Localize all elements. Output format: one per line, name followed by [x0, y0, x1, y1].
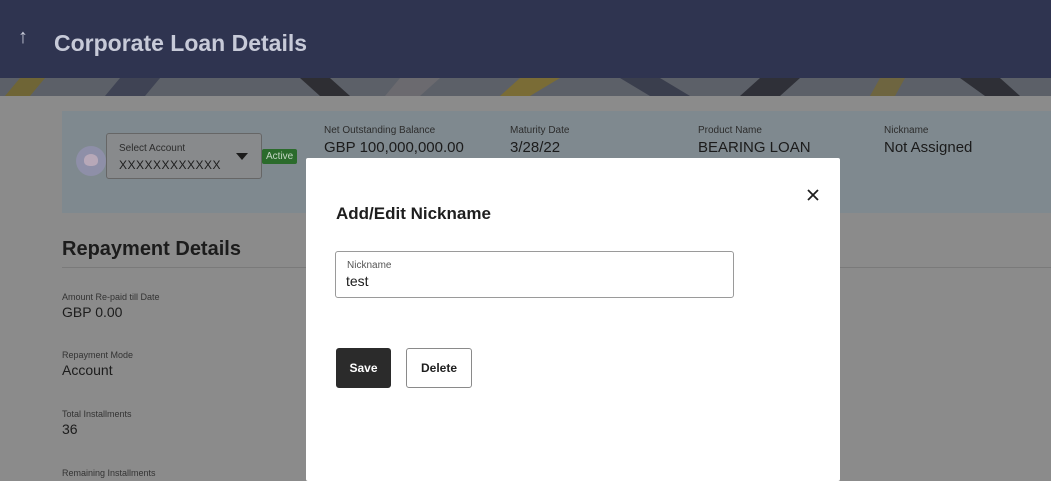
modal-title: Add/Edit Nickname	[336, 204, 491, 223]
detail-repayment-mode: Repayment Mode Account	[62, 350, 133, 378]
summary-label: Maturity Date	[510, 125, 570, 136]
nickname-modal: Add/Edit Nickname Nickname Save Delete	[306, 158, 840, 481]
detail-label: Remaining Installments	[62, 468, 156, 478]
summary-label: Net Outstanding Balance	[324, 125, 436, 136]
detail-total-installments: Total Installments 36	[62, 409, 132, 437]
detail-remaining-installments: Remaining Installments	[62, 468, 156, 478]
chevron-down-icon[interactable]	[236, 153, 248, 160]
delete-button[interactable]: Delete	[406, 348, 472, 388]
account-select-label: Select Account	[119, 143, 186, 154]
account-select-value: XXXXXXXXXXXX	[119, 158, 222, 172]
page-header: ↑ Corporate Loan Details	[0, 0, 1051, 78]
summary-maturity-date: Maturity Date 3/28/22	[510, 125, 569, 156]
section-title: Repayment Details	[62, 238, 241, 260]
page-title: Corporate Loan Details	[54, 30, 308, 56]
detail-label: Repayment Mode	[62, 350, 134, 360]
detail-value: Account	[62, 362, 113, 378]
summary-nickname: Nickname Not Assigned	[884, 125, 972, 156]
decorative-banner	[0, 78, 1051, 96]
close-icon[interactable]	[802, 184, 824, 206]
summary-net-outstanding: Net Outstanding Balance GBP 100,000,000.…	[324, 125, 464, 156]
status-badge: Active	[262, 149, 298, 164]
summary-value: GBP 100,000,000.00	[324, 139, 464, 156]
save-button[interactable]: Save	[336, 348, 391, 388]
summary-label: Nickname	[884, 125, 929, 136]
nickname-field[interactable]: Nickname	[335, 251, 734, 298]
detail-label: Total Installments	[62, 409, 132, 419]
detail-label: Amount Re-paid till Date	[62, 292, 160, 302]
nickname-field-label: Nickname	[347, 260, 392, 271]
account-avatar-icon	[76, 146, 106, 176]
summary-value: Not Assigned	[884, 139, 973, 156]
summary-product-name: Product Name BEARING LOAN	[698, 125, 811, 156]
summary-value: BEARING LOAN	[698, 139, 811, 156]
summary-value: 3/28/22	[510, 139, 561, 156]
detail-amount-repaid: Amount Re-paid till Date GBP 0.00	[62, 292, 160, 320]
account-select-dropdown[interactable]: Select Account XXXXXXXXXXXX	[106, 133, 262, 179]
up-arrow-icon[interactable]: ↑	[18, 26, 28, 49]
summary-label: Product Name	[698, 125, 762, 136]
detail-value: GBP 0.00	[62, 304, 123, 320]
nickname-input[interactable]	[346, 273, 716, 289]
detail-value: 36	[62, 421, 78, 437]
